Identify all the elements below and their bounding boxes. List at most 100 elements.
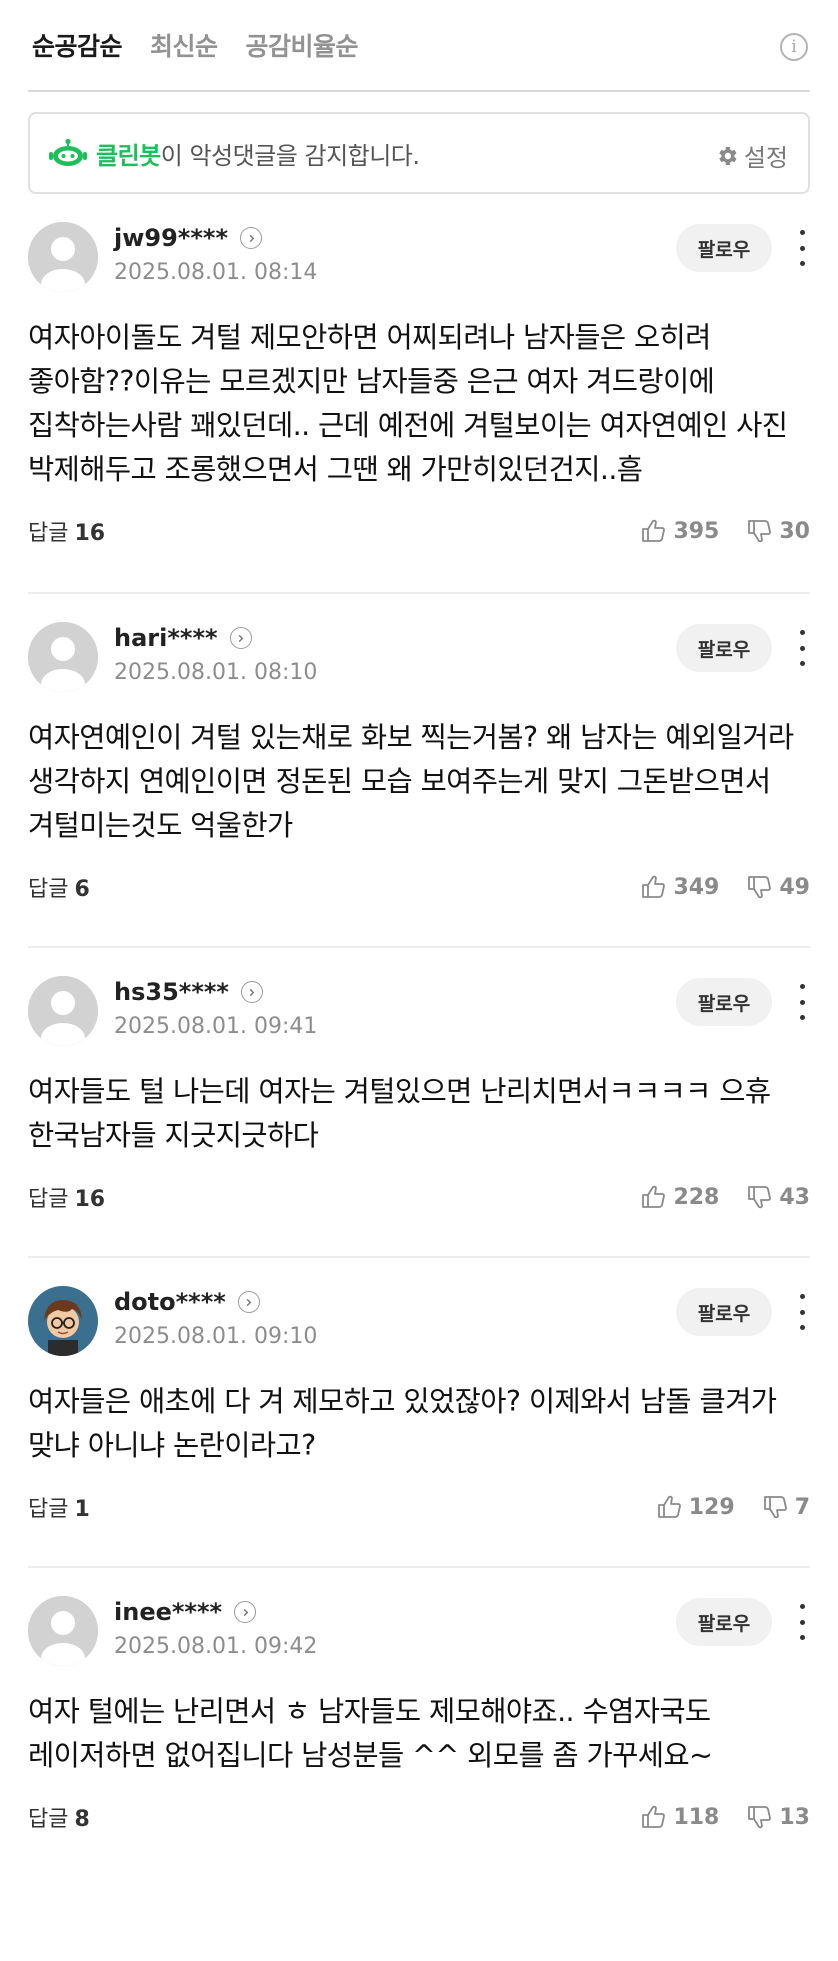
like-button[interactable]: 395: [639, 517, 719, 545]
comment-date: 2025.08.01. 08:14: [114, 260, 318, 285]
like-count: 129: [688, 1494, 735, 1520]
comment-header: hari**** 2025.08.01. 08:10 팔로우: [28, 622, 810, 694]
reply-button[interactable]: 답글 8: [28, 1801, 90, 1833]
dislike-count: 43: [779, 1184, 810, 1210]
reply-label: 답글: [28, 877, 69, 902]
dislike-button[interactable]: 43: [745, 1183, 810, 1211]
username[interactable]: hs35****: [114, 978, 229, 1006]
follow-button[interactable]: 팔로우: [676, 978, 772, 1026]
avatar[interactable]: [28, 622, 98, 692]
comment-footer: 답글 8 118 13: [28, 1800, 810, 1834]
sort-tab-like-ratio[interactable]: 공감비율순: [246, 27, 359, 63]
more-options-icon[interactable]: [794, 984, 810, 1020]
cleanbot-banner: 클린봇 이 악성댓글을 감지합니다. 설정: [28, 112, 810, 194]
dislike-count: 7: [794, 1494, 810, 1520]
thumbs-down-icon: [748, 520, 772, 543]
chevron-right-icon[interactable]: [240, 227, 262, 249]
like-count: 118: [673, 1804, 720, 1830]
chevron-right-icon[interactable]: [237, 1291, 260, 1313]
sort-tabs: 순공감순 최신순 공감비율순 i: [28, 0, 810, 92]
user-meta: hs35**** 2025.08.01. 09:41: [114, 976, 317, 1039]
cleanbot-settings-button[interactable]: 설정: [715, 138, 788, 173]
username[interactable]: hari****: [114, 624, 218, 652]
comment-header: inee**** 2025.08.01. 09:42 팔로우: [28, 1596, 810, 1668]
follow-button[interactable]: 팔로우: [676, 624, 772, 672]
comment-item: inee**** 2025.08.01. 09:42 팔로우 여자 털에는 난리…: [28, 1568, 810, 1920]
follow-button[interactable]: 팔로우: [676, 1288, 772, 1336]
reply-button[interactable]: 답글 1: [28, 1491, 90, 1523]
username[interactable]: inee****: [114, 1598, 222, 1626]
reply-count: 6: [74, 877, 90, 902]
chevron-right-icon[interactable]: [240, 981, 263, 1003]
comment-text: 여자들도 털 나는데 여자는 겨털있으면 난리치면서ㅋㅋㅋㅋ 으휴 한국남자들 …: [28, 1075, 771, 1152]
comment-footer: 답글 16 395 30: [28, 514, 810, 548]
gear-icon: [719, 146, 737, 165]
dislike-button[interactable]: 30: [745, 517, 810, 545]
thumbs-down-icon: [748, 1186, 772, 1209]
thumbs-down-icon: [748, 1806, 772, 1829]
avatar[interactable]: [28, 1596, 98, 1666]
comment-item: jw99**** 2025.08.01. 08:14 팔로우 여자아이돌도 겨털…: [28, 194, 810, 594]
comment-header: hs35**** 2025.08.01. 09:41 팔로우: [28, 976, 810, 1048]
follow-button[interactable]: 팔로우: [676, 1598, 772, 1646]
user-meta: hari**** 2025.08.01. 08:10: [114, 622, 317, 685]
comment-text: 여자 털에는 난리면서 ㅎ 남자들도 제모해야죠.. 수염자국도 레이저하면 없…: [28, 1695, 713, 1772]
thumbs-down-icon: [763, 1496, 787, 1519]
reply-count: 16: [74, 521, 106, 546]
comment-item: doto**** 2025.08.01. 09:10 팔로우 여자들은 애초에 …: [28, 1258, 810, 1568]
comment-header: jw99**** 2025.08.01. 08:14 팔로우: [28, 222, 810, 294]
info-circle-icon[interactable]: i: [780, 33, 808, 61]
chevron-right-icon[interactable]: [234, 1601, 257, 1623]
like-button[interactable]: 129: [655, 1493, 735, 1521]
avatar[interactable]: [28, 1286, 98, 1356]
cleanbot-robot-icon: [49, 138, 87, 166]
cleanbot-description: 이 악성댓글을 감지합니다.: [160, 141, 420, 170]
username[interactable]: doto****: [114, 1288, 226, 1316]
chevron-right-icon[interactable]: [229, 627, 252, 649]
like-count: 349: [673, 874, 720, 900]
comment-date: 2025.08.01. 09:10: [114, 1324, 318, 1349]
follow-button[interactable]: 팔로우: [676, 224, 772, 272]
avatar[interactable]: [28, 222, 98, 292]
comment-text: 여자아이돌도 겨털 제모안하면 어찌되려나 남자들은 오히려 좋아함??이유는 …: [28, 321, 788, 486]
comment-item: hs35**** 2025.08.01. 09:41 팔로우 여자들도 털 나는…: [28, 948, 810, 1258]
thumbs-up-icon: [642, 519, 666, 542]
like-button[interactable]: 349: [639, 873, 719, 901]
like-count: 395: [673, 518, 720, 544]
thumbs-up-icon: [642, 875, 666, 898]
cleanbot-name: 클린봇: [96, 141, 161, 170]
thumbs-up-icon: [642, 1185, 666, 1208]
like-button[interactable]: 228: [639, 1183, 719, 1211]
more-options-icon[interactable]: [794, 230, 810, 266]
comment-date: 2025.08.01. 08:10: [114, 660, 318, 685]
user-meta: jw99**** 2025.08.01. 08:14: [114, 222, 317, 285]
dislike-button[interactable]: 49: [745, 873, 810, 901]
comment-text: 여자연예인이 겨털 있는채로 화보 찍는거봄? 왜 남자는 예외일거라 생각하지…: [28, 721, 794, 842]
comment-footer: 답글 1 129 7: [28, 1490, 810, 1524]
reply-button[interactable]: 답글 6: [28, 871, 90, 903]
reply-count: 16: [74, 1187, 106, 1212]
user-meta: inee**** 2025.08.01. 09:42: [114, 1596, 317, 1659]
more-options-icon[interactable]: [794, 1604, 810, 1640]
dislike-button[interactable]: 13: [745, 1803, 810, 1831]
settings-label: 설정: [743, 144, 788, 172]
more-options-icon[interactable]: [794, 1294, 810, 1330]
dislike-button[interactable]: 7: [761, 1493, 810, 1521]
reply-label: 답글: [28, 1807, 69, 1832]
dislike-count: 30: [779, 518, 810, 544]
reply-button[interactable]: 답글 16: [28, 1181, 105, 1213]
comment-footer: 답글 6 349 49: [28, 870, 810, 904]
comment-item: hari**** 2025.08.01. 08:10 팔로우 여자연예인이 겨털…: [28, 594, 810, 948]
comment-footer: 답글 16 228 43: [28, 1180, 810, 1214]
username[interactable]: jw99****: [114, 224, 228, 252]
sort-tab-newest[interactable]: 최신순: [150, 27, 218, 63]
avatar[interactable]: [28, 976, 98, 1046]
reply-label: 답글: [28, 521, 69, 546]
reply-button[interactable]: 답글 16: [28, 515, 105, 547]
comment-list: jw99**** 2025.08.01. 08:14 팔로우 여자아이돌도 겨털…: [28, 194, 810, 1920]
comment-text: 여자들은 애초에 다 겨 제모하고 있었잖아? 이제와서 남돌 클겨가 맞냐 아…: [28, 1385, 777, 1462]
more-options-icon[interactable]: [794, 630, 810, 666]
sort-tab-likes[interactable]: 순공감순: [32, 27, 123, 63]
user-meta: doto**** 2025.08.01. 09:10: [114, 1286, 317, 1349]
like-button[interactable]: 118: [639, 1803, 719, 1831]
